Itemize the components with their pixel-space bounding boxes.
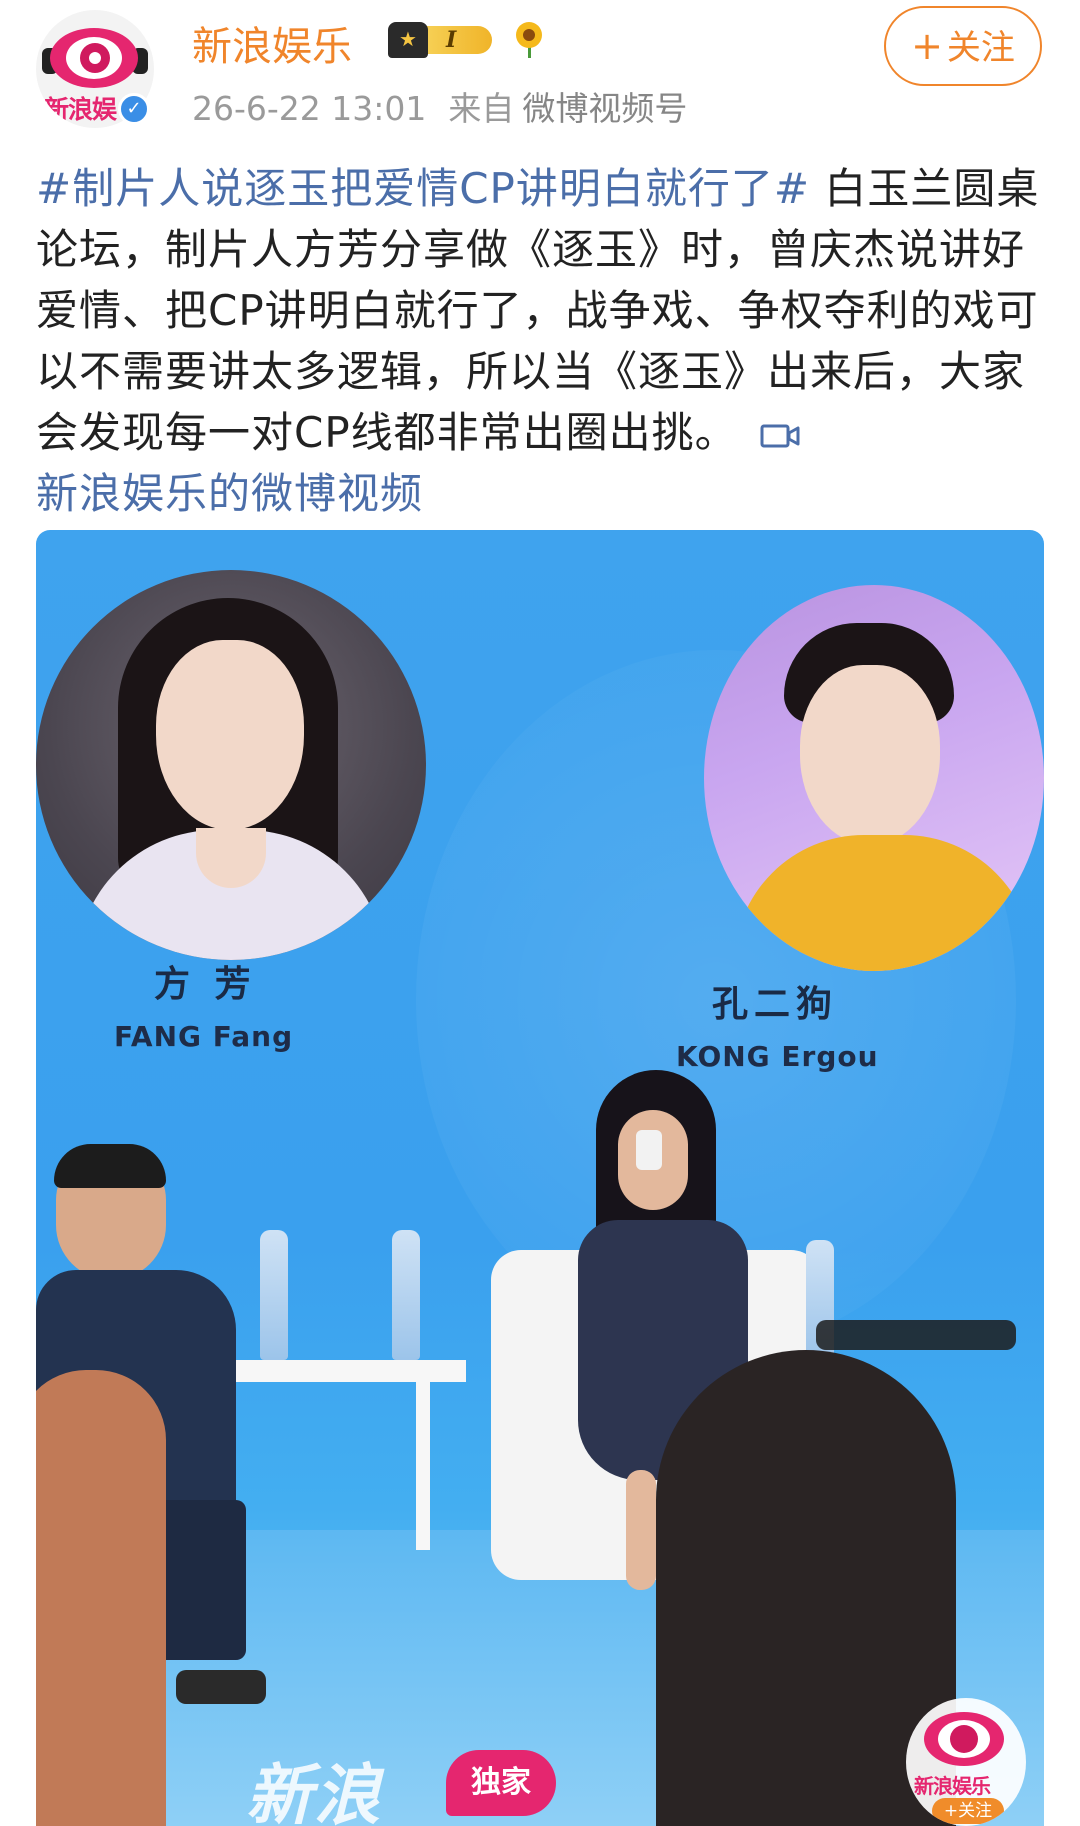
portrait-kong-ergou [704,585,1044,971]
verified-icon: ✓ [118,93,150,125]
left-name-cn: 方 芳 [154,964,257,1005]
post-header: 新浪娱 ✓ 新浪娱乐 I ★ 26-6-22 13:01 来自 微博视频号 + 关注 [0,0,1080,140]
sina-ent-logo-icon[interactable]: 新浪娱乐 +关注 [906,1698,1026,1826]
audience-head-left [36,1370,166,1826]
microphone-icon [636,1130,662,1170]
side-table [236,1360,466,1382]
username[interactable]: 新浪娱乐 [192,14,352,72]
video-player[interactable]: 方 芳 FANG Fang 孔二狗 KONG Ergou 新浪 独家 新浪娱乐 … [36,530,1044,1826]
source-label: 来自 [448,89,515,128]
portrait-fang-fang [36,570,426,960]
plus-icon: + [911,24,943,68]
badge-level: I [446,27,457,53]
left-name-en: FANG Fang [114,1020,294,1053]
crown-badge-icon[interactable]: I ★ [384,20,496,60]
logo-follow-button[interactable]: +关注 [932,1798,1004,1824]
post-text: #制片人说逐玉把爱情CP讲明白就行了# 白玉兰圆桌论坛，制片人方芳分享做《逐玉》… [36,158,1046,524]
follow-button[interactable]: + 关注 [884,6,1042,86]
source-link[interactable]: 微博视频号 [522,89,687,128]
water-bottle [260,1230,288,1360]
sunflower-icon[interactable] [512,20,548,58]
glasses-on-table [816,1320,1016,1350]
post-meta: 26-6-22 13:01 来自 微博视频号 [192,82,687,130]
video-link[interactable]: 新浪娱乐的微博视频 [36,463,1046,524]
timestamp: 26-6-22 13:01 [192,89,427,128]
logo-label: 新浪娱乐 [914,1774,991,1798]
hashtag-link[interactable]: #制片人说逐玉把爱情CP讲明白就行了# [36,164,810,213]
water-bottle [392,1230,420,1360]
follow-label: 关注 [946,28,1015,68]
video-camera-icon [760,424,800,447]
watermark-exclusive: 独家 [446,1750,556,1816]
watermark-sina: 新浪 [246,1757,382,1826]
right-name-en: KONG Ergou [676,1040,879,1073]
right-name-cn: 孔二狗 [712,984,839,1025]
